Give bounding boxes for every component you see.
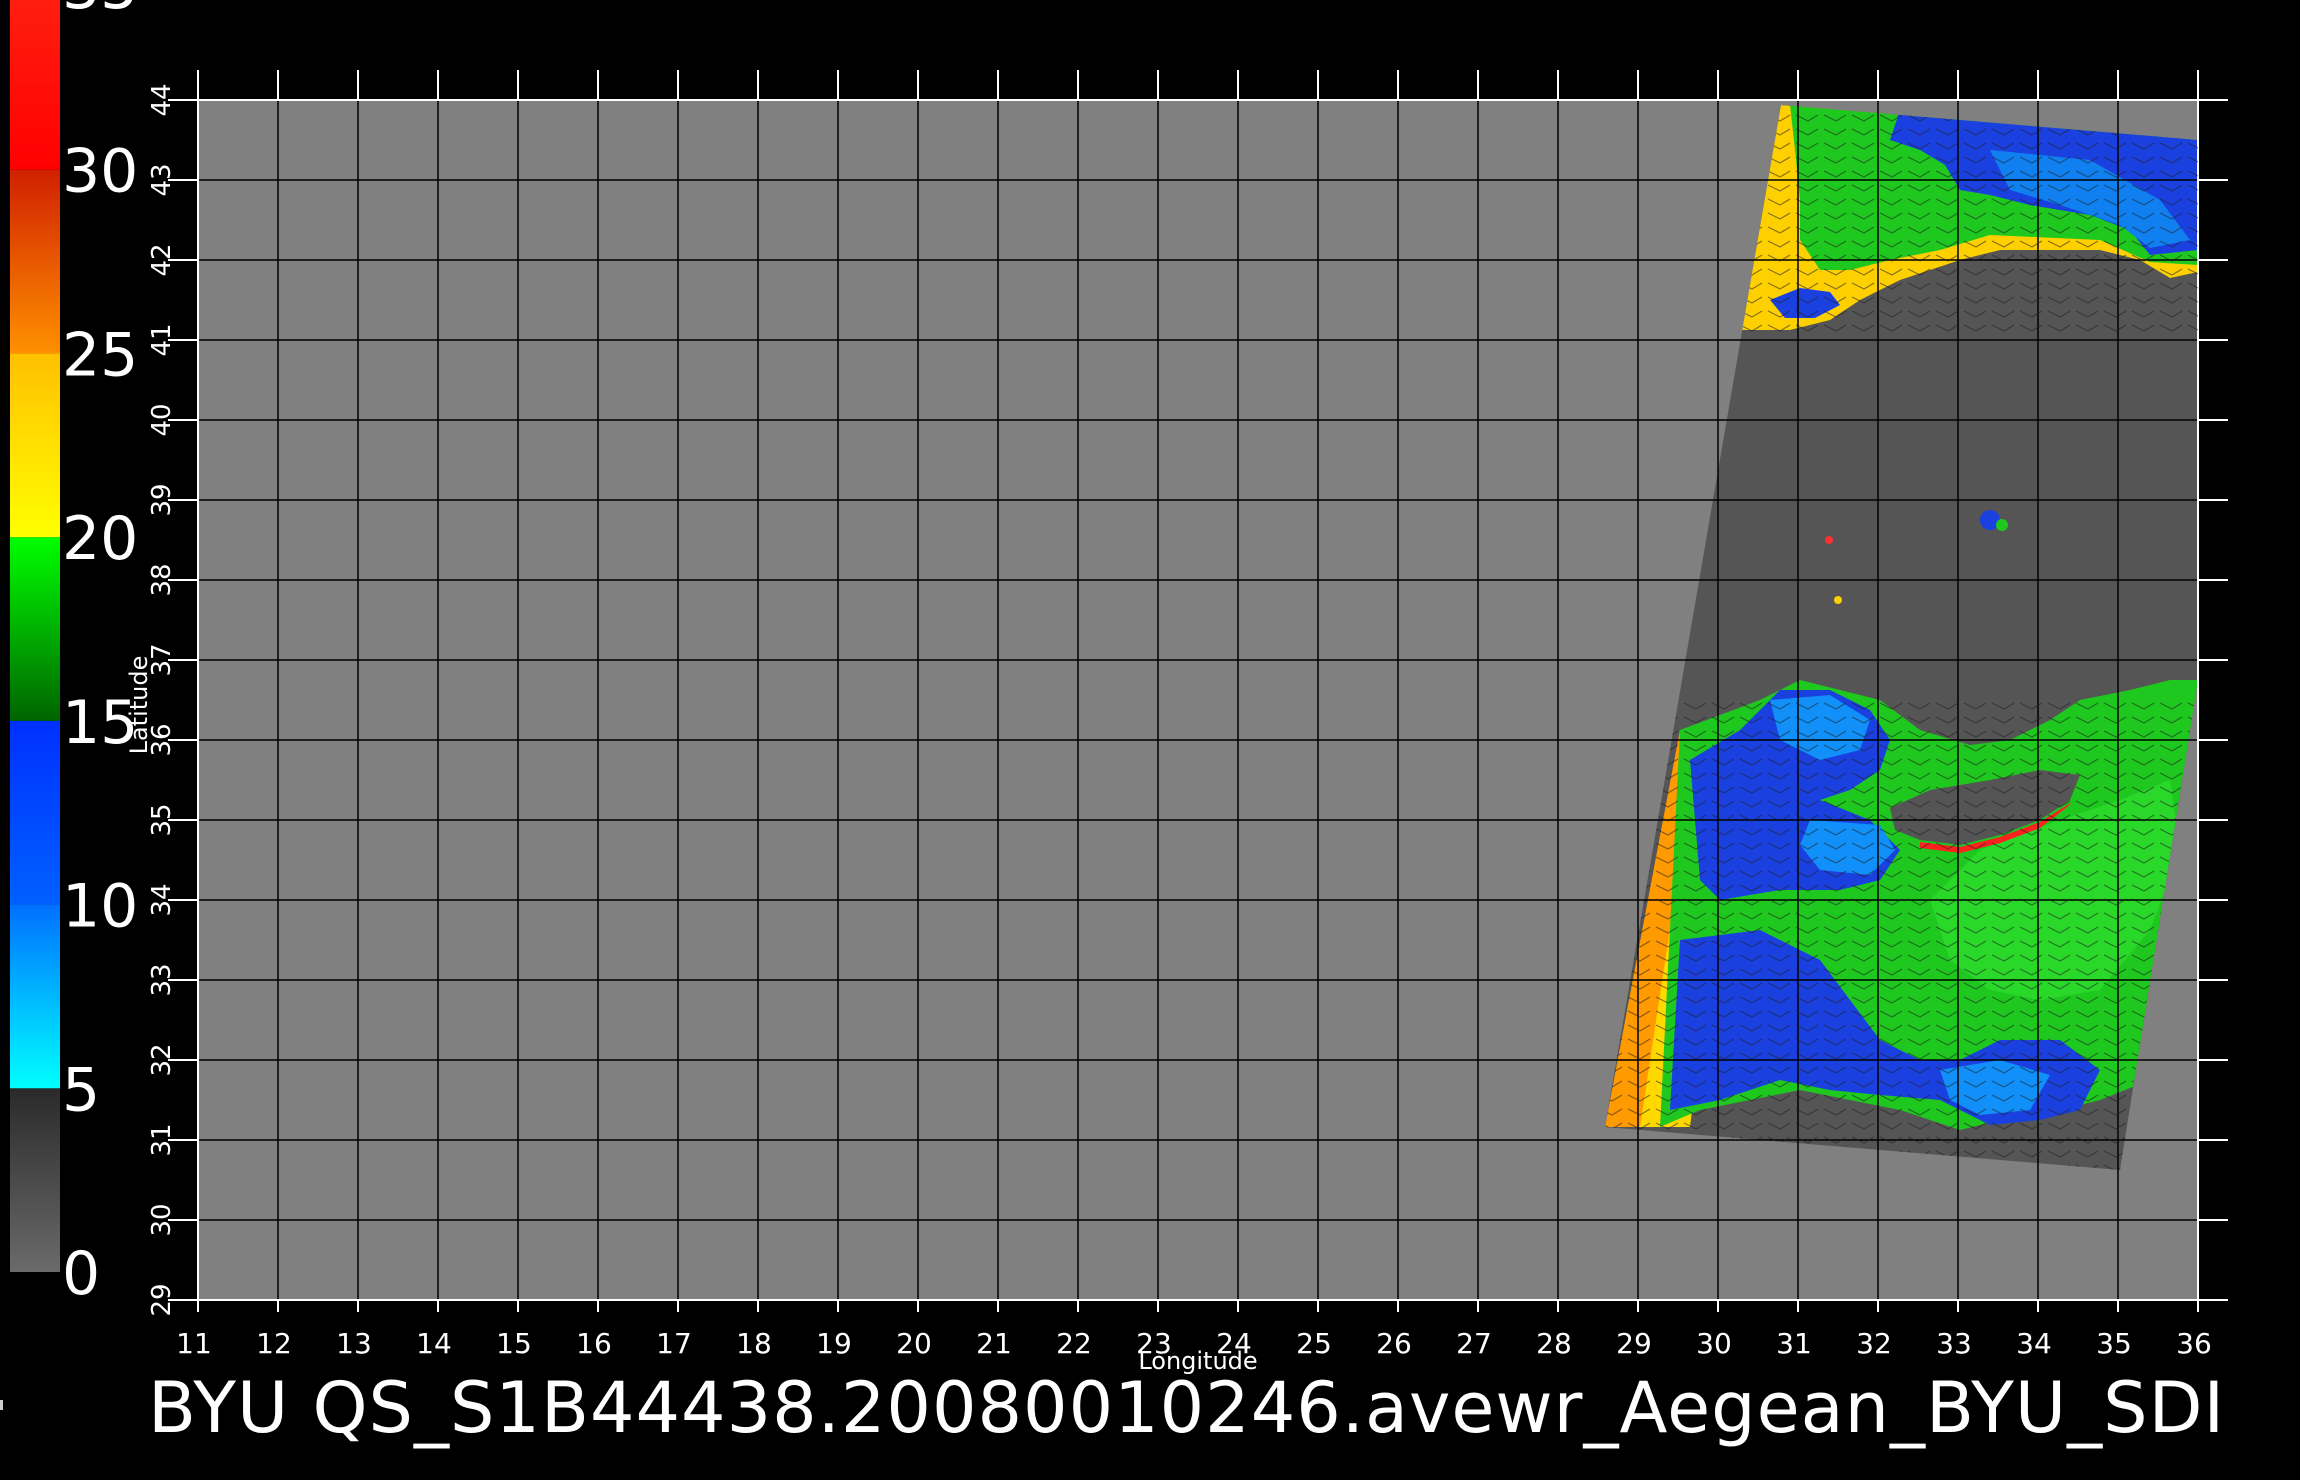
x-tick-label: 34 [2016,1327,2052,1360]
x-tick-label: 18 [736,1327,772,1360]
sea-feature-2 [1996,519,2008,531]
x-tick-label: 30 [1696,1327,1732,1360]
x-tick-label: 14 [416,1327,452,1360]
colorbar-tick-label: 20 [62,504,138,574]
x-tick-label: 25 [1296,1327,1332,1360]
x-tick-label: 17 [656,1327,692,1360]
colorbar-band [10,720,60,905]
colorbar-tick-label: 30 [62,137,138,207]
colorbar: 05101520253035 [10,0,138,1309]
y-tick-label: 39 [147,483,177,516]
y-tick-label: 43 [147,163,177,196]
y-tick-label: 44 [147,83,177,116]
y-axis-label: Latitude [125,656,153,755]
x-tick-label: 29 [1616,1327,1652,1360]
colorbar-tick-label: 0 [62,1239,100,1309]
y-tick-label: 32 [147,1043,177,1076]
x-tick-label: 22 [1056,1327,1092,1360]
x-tick-label: 26 [1376,1327,1412,1360]
sea-feature-3 [1825,536,1833,544]
x-tick-label: 35 [2096,1327,2132,1360]
colorbar-band [10,904,60,1089]
x-tick-label: 21 [976,1327,1012,1360]
x-tick-label: 31 [1776,1327,1812,1360]
x-tick-label: 11 [176,1327,212,1360]
y-tick-label: 35 [147,803,177,836]
x-tick-label: 28 [1536,1327,1572,1360]
map-plot-area [197,99,2199,1301]
y-tick-label: 34 [147,883,177,916]
colorbar-band [10,169,60,354]
x-tick-label: 12 [256,1327,292,1360]
colorbar-band [10,537,60,721]
x-tick-label: 13 [336,1327,372,1360]
x-tick-label: 36 [2176,1327,2212,1360]
y-tick-label: 29 [147,1283,177,1316]
x-tick-label: 16 [576,1327,612,1360]
x-tick-label: 27 [1456,1327,1492,1360]
y-tick-label: 38 [147,563,177,596]
x-tick-label: 19 [816,1327,852,1360]
sea-feature-4 [1834,596,1842,604]
colorbar-tick-label: 35 [62,0,138,23]
x-tick-label: 32 [1856,1327,1892,1360]
x-tick-label: 20 [896,1327,932,1360]
map-image: 0 5 10 15 20 25 30 35 [0,0,2300,1480]
y-tick-label: 31 [147,1123,177,1156]
y-tick-label: 42 [147,243,177,276]
image-caption: BYU QS_S1B44438.20080010246.avewr_Aegean… [148,1367,2226,1449]
y-tick-label: 41 [147,323,177,356]
y-tick-label: 33 [147,963,177,996]
colorbar-tick-label: 10 [62,872,138,942]
y-tick-label: 30 [147,1203,177,1236]
x-tick-label: 33 [1936,1327,1972,1360]
colorbar-band [10,1088,60,1272]
edge-marker [0,1400,3,1410]
y-tick-label: 40 [147,403,177,436]
colorbar-band [10,0,60,170]
colorbar-tick-label: 25 [62,320,138,390]
colorbar-tick-label: 5 [62,1055,100,1125]
wind-speed-map: 0 5 10 15 20 25 30 35 [10,0,2228,1375]
colorbar-band [10,353,60,538]
x-tick-label: 15 [496,1327,532,1360]
